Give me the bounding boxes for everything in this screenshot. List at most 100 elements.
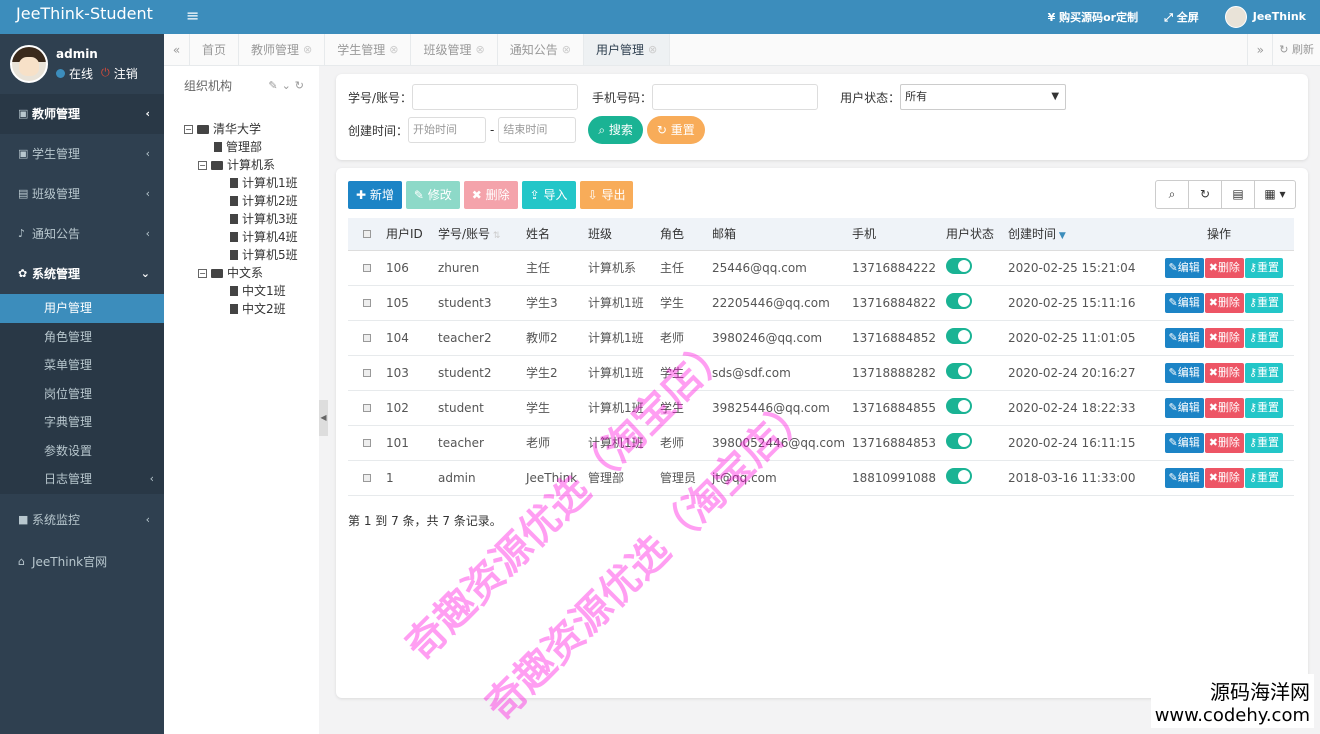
tabs-scroll-left-icon[interactable]: « <box>164 34 190 65</box>
row-delete-button[interactable]: ✖删除 <box>1204 327 1244 348</box>
tree-node[interactable]: 中文1班 <box>184 282 320 300</box>
close-icon[interactable]: ⊗ <box>476 34 485 66</box>
tree-node[interactable]: 计算机2班 <box>184 192 320 210</box>
row-edit-button[interactable]: ✎编辑 <box>1164 327 1204 348</box>
status-toggle[interactable] <box>946 328 972 344</box>
select-all-checkbox[interactable] <box>363 229 371 238</box>
collapse-icon[interactable]: − <box>184 124 193 134</box>
status-toggle[interactable] <box>946 398 972 414</box>
row-reset-button[interactable]: ⚷重置 <box>1244 467 1283 488</box>
col-header[interactable]: 学号/账号 ⇅ <box>434 218 522 251</box>
row-delete-button[interactable]: ✖删除 <box>1204 432 1244 453</box>
tab-home[interactable]: 首页 <box>190 34 240 65</box>
row-reset-button[interactable]: ⚷重置 <box>1244 257 1283 278</box>
table-row[interactable]: 1 admin JeeThink 管理部 管理员 jt@qq.com 18810991088… <box>348 460 1294 496</box>
col-header[interactable]: 角色 <box>656 218 708 251</box>
tree-node-cs[interactable]: − 计算机系 <box>184 156 320 174</box>
toggle-view-icon[interactable]: ▤ <box>1222 181 1255 208</box>
logout-icon[interactable]: ⏻ <box>101 66 110 80</box>
tab-class[interactable]: 班级管理 ⊗ <box>411 34 498 66</box>
tree-node[interactable]: 计算机3班 <box>184 210 320 228</box>
row-edit-button[interactable]: ✎编辑 <box>1164 292 1204 313</box>
tab-student[interactable]: 学生管理 ⊗ <box>325 34 412 65</box>
row-edit-button[interactable]: ✎编辑 <box>1164 467 1204 488</box>
menu-monitor[interactable]: ■ 系统监控 ‹ <box>0 500 164 540</box>
tabs-scroll-right-icon[interactable]: » <box>1247 34 1274 65</box>
user-menu[interactable]: JeeThink <box>1224 6 1306 28</box>
submenu-menu[interactable]: 菜单管理 <box>0 351 164 380</box>
tabs-refresh-button[interactable]: ↻ 刷新 <box>1273 34 1320 65</box>
collapse-icon[interactable]: − <box>198 160 207 170</box>
status-toggle[interactable] <box>946 293 972 309</box>
buy-source-link[interactable]: ¥ 购买源码or定制 <box>1048 9 1138 25</box>
col-header[interactable]: 姓名 <box>522 218 584 251</box>
row-checkbox[interactable] <box>363 438 371 447</box>
tree-node[interactable]: 计算机4班 <box>184 228 320 246</box>
menu-student[interactable]: ▣ 学生管理 ‹ <box>0 134 164 174</box>
row-edit-button[interactable]: ✎编辑 <box>1164 397 1204 418</box>
menu-system[interactable]: ✿ 系统管理 ⌄ <box>0 254 164 294</box>
tree-node[interactable]: 中文2班 <box>184 300 320 318</box>
logout-link[interactable]: 注销 <box>114 65 138 82</box>
table-row[interactable]: 106 zhuren 主任 计算机系 主任 25446@qq.com 13716884222… <box>348 250 1294 286</box>
submenu-config[interactable]: 参数设置 <box>0 437 164 466</box>
row-delete-button[interactable]: ✖删除 <box>1204 467 1244 488</box>
status-select[interactable]: 所有 ▼ <box>900 84 1067 110</box>
row-delete-button[interactable]: ✖删除 <box>1204 362 1244 383</box>
menu-notice[interactable]: ♪ 通知公告 ‹ <box>0 214 164 254</box>
tree-node-root[interactable]: − 清华大学 <box>184 120 320 138</box>
col-header[interactable]: 手机 <box>848 218 942 251</box>
row-reset-button[interactable]: ⚷重置 <box>1244 432 1283 453</box>
start-date-input[interactable]: 开始时间 <box>408 117 487 143</box>
export-button[interactable]: ⇩ 导出 <box>579 181 634 209</box>
row-edit-button[interactable]: ✎编辑 <box>1164 257 1204 278</box>
columns-icon[interactable]: ▦ ▾ <box>1255 181 1295 208</box>
menu-toggle-icon[interactable]: ≡ <box>186 6 199 25</box>
phone-input[interactable] <box>652 84 819 110</box>
search-button[interactable]: ⌕ 搜索 <box>588 116 643 144</box>
search-toggle-icon[interactable]: ⌕ <box>1156 181 1189 208</box>
account-input[interactable] <box>412 84 579 110</box>
row-delete-button[interactable]: ✖删除 <box>1204 292 1244 313</box>
tab-notice[interactable]: 通知公告 ⊗ <box>498 34 584 65</box>
row-edit-button[interactable]: ✎编辑 <box>1164 432 1204 453</box>
end-date-input[interactable]: 结束时间 <box>498 117 577 143</box>
tree-node[interactable]: 计算机1班 <box>184 174 320 192</box>
table-row[interactable]: 104 teacher2 教师2 计算机1班 老师 3980246@qq.com 13716… <box>348 320 1294 356</box>
edit-icon[interactable]: ✎ <box>268 79 281 92</box>
col-header[interactable]: 邮箱 <box>708 218 848 251</box>
menu-class[interactable]: ▤ 班级管理 ‹ <box>0 174 164 214</box>
row-checkbox[interactable] <box>363 263 371 272</box>
close-icon[interactable]: ⊗ <box>303 34 312 66</box>
add-button[interactable]: ✚ 新增 <box>348 181 402 209</box>
row-reset-button[interactable]: ⚷重置 <box>1244 292 1283 313</box>
table-row[interactable]: 105 student3 学生3 计算机1班 学生 22205446@qq.com 1371… <box>348 285 1294 321</box>
tree-node-cn[interactable]: − 中文系 <box>184 264 320 282</box>
row-checkbox[interactable] <box>363 473 371 482</box>
edit-button[interactable]: ✎ 修改 <box>405 181 460 209</box>
avatar[interactable] <box>10 45 48 83</box>
col-header[interactable]: 班级 <box>584 218 656 251</box>
submenu-user[interactable]: 用户管理 <box>0 294 164 323</box>
tab-teacher[interactable]: 教师管理 ⊗ <box>239 34 326 66</box>
row-reset-button[interactable]: ⚷重置 <box>1244 397 1283 418</box>
row-edit-button[interactable]: ✎编辑 <box>1164 362 1204 383</box>
status-toggle[interactable] <box>946 468 972 484</box>
row-delete-button[interactable]: ✖删除 <box>1204 257 1244 278</box>
status-toggle[interactable] <box>946 433 972 449</box>
close-icon[interactable]: ⊗ <box>562 34 571 66</box>
row-checkbox[interactable] <box>363 333 371 342</box>
chevron-down-icon[interactable]: ⌄ <box>282 79 295 92</box>
submenu-post[interactable]: 岗位管理 <box>0 380 164 409</box>
close-icon[interactable]: ⊗ <box>648 34 657 66</box>
row-reset-button[interactable]: ⚷重置 <box>1244 362 1283 383</box>
delete-button[interactable]: ✖ 删除 <box>463 181 518 209</box>
import-button[interactable]: ⇪ 导入 <box>521 181 576 209</box>
refresh-icon[interactable]: ↻ <box>295 79 308 92</box>
collapse-left-icon[interactable]: ◀ <box>319 400 328 436</box>
row-checkbox[interactable] <box>363 298 371 307</box>
row-delete-button[interactable]: ✖删除 <box>1204 397 1244 418</box>
refresh-icon[interactable]: ↻ <box>1189 181 1222 208</box>
submenu-log[interactable]: 日志管理 ‹ <box>0 465 164 494</box>
col-header[interactable]: 用户ID <box>382 218 434 251</box>
